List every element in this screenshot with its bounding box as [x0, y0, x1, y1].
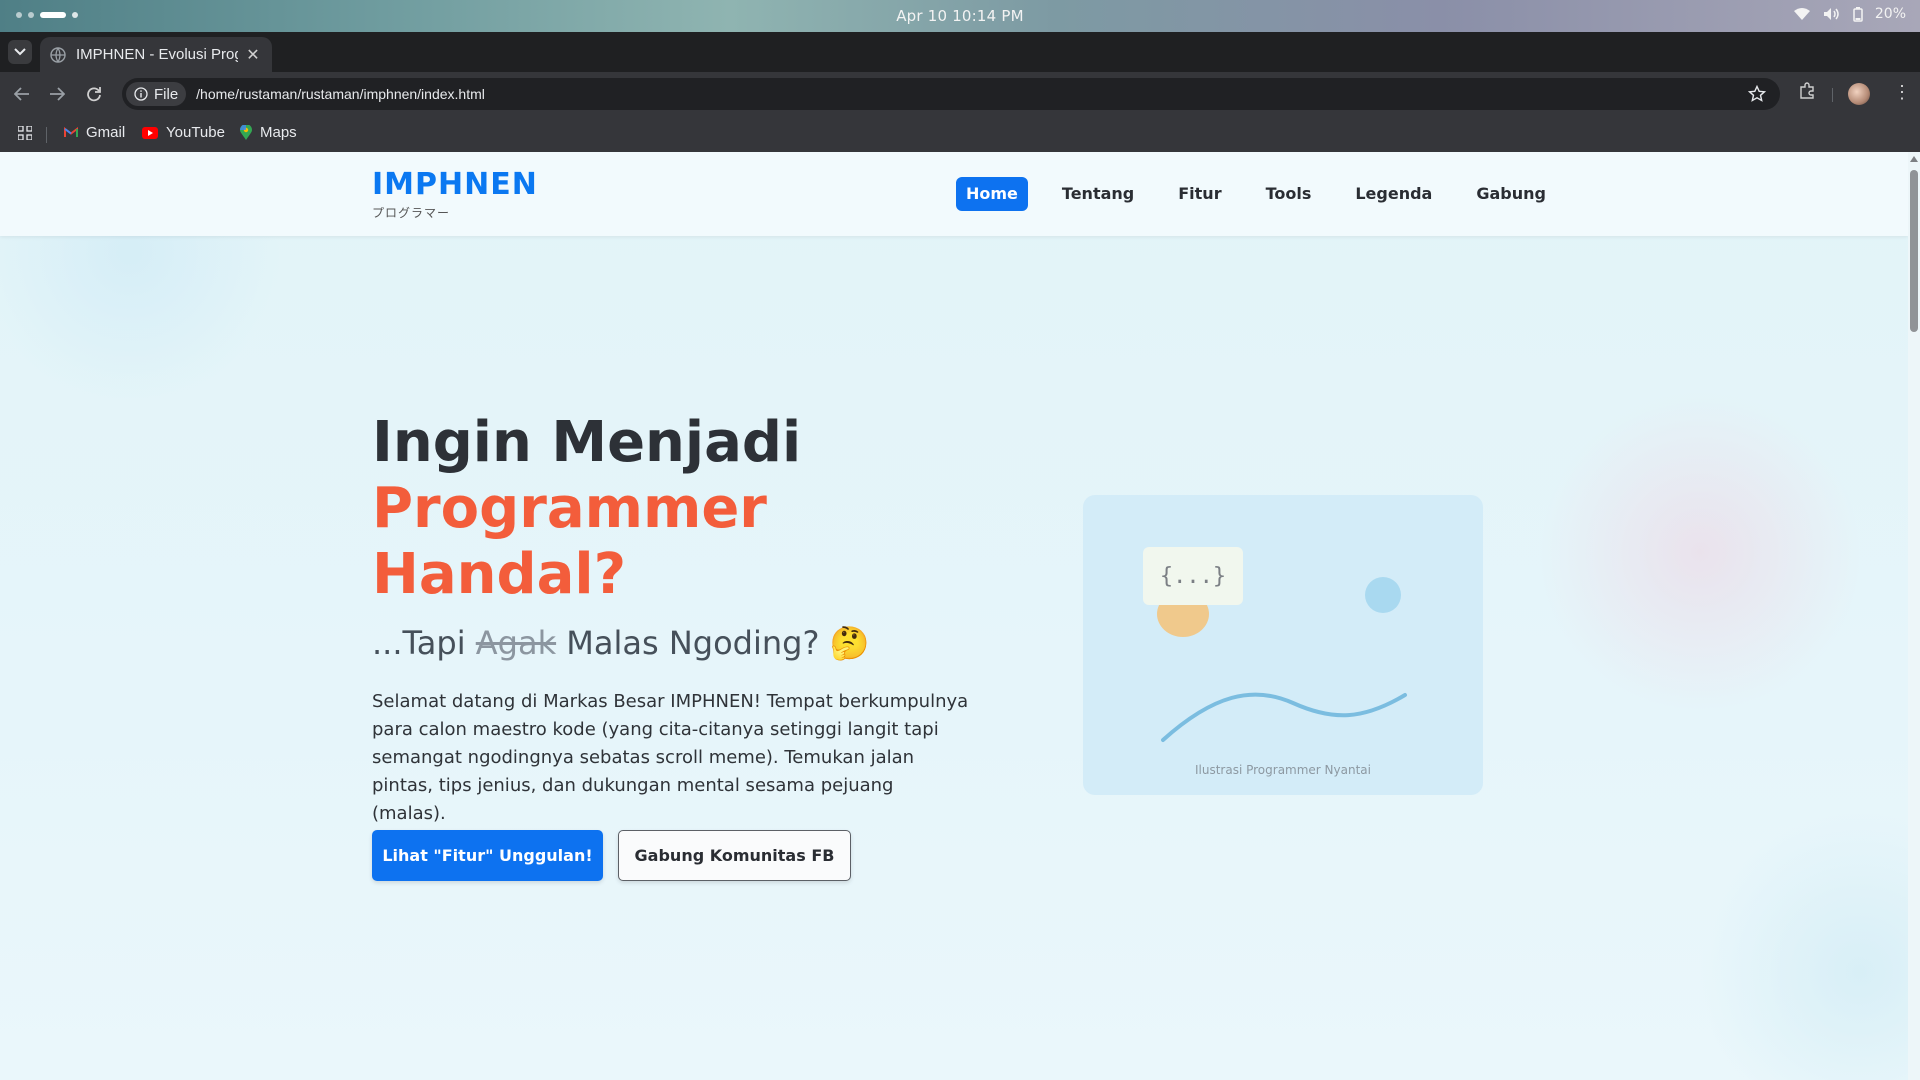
- hero-description: Selamat datang di Markas Besar IMPHNEN! …: [372, 691, 969, 824]
- main-nav: Home Tentang Fitur Tools Legenda Gabung: [956, 177, 1568, 211]
- forward-arrow-icon: [50, 87, 65, 101]
- info-icon: [134, 87, 148, 101]
- avatar: [1848, 83, 1870, 105]
- browser-toolbar: File /home/rustaman/rustaman/imphnen/ind…: [0, 72, 1920, 116]
- scroll-thumb[interactable]: [1910, 170, 1918, 332]
- volume-icon: [1823, 7, 1841, 21]
- code-braces-box: {...}: [1143, 547, 1243, 605]
- youtube-icon: [142, 126, 158, 139]
- nav-gabung[interactable]: Gabung: [1466, 177, 1556, 211]
- browser-menu-icon[interactable]: ⋮: [1893, 82, 1911, 103]
- bookmarks-bar: Gmail YouTube Maps: [0, 116, 1920, 152]
- extensions-icon[interactable]: [1798, 82, 1816, 100]
- apps-grid-icon[interactable]: [18, 126, 32, 140]
- url-text[interactable]: /home/rustaman/rustaman/imphnen/index.ht…: [196, 86, 485, 102]
- site-info-chip[interactable]: File: [126, 82, 187, 106]
- browser-tab-active[interactable]: IMPHNEN - Evolusi Progr ✕: [40, 37, 272, 72]
- bookmark-label: Gmail: [86, 124, 126, 141]
- bookmark-star-icon[interactable]: [1747, 84, 1767, 106]
- features-button[interactable]: Lihat "Fitur" Unggulan!: [372, 830, 603, 881]
- join-community-button[interactable]: Gabung Komunitas FB: [618, 830, 851, 881]
- tab-search-button[interactable]: [8, 40, 32, 64]
- nav-fitur[interactable]: Fitur: [1168, 177, 1231, 211]
- globe-icon: [50, 46, 66, 63]
- site-info-label: File: [154, 85, 179, 103]
- bookmark-youtube[interactable]: YouTube: [142, 124, 225, 141]
- battery-icon: [1853, 6, 1863, 22]
- web-page: IMPHNEN プログラマー Home Tentang Fitur Tools …: [0, 152, 1908, 1080]
- bookmark-separator: [46, 127, 47, 143]
- hero-title: Ingin Menjadi Programmer Handal?: [372, 410, 801, 608]
- back-button[interactable]: [12, 84, 32, 104]
- wifi-icon: [1793, 7, 1811, 21]
- hero-title-line1: Ingin Menjadi: [372, 410, 802, 475]
- reload-button[interactable]: [84, 84, 104, 104]
- site-logo[interactable]: IMPHNEN プログラマー: [372, 170, 538, 221]
- os-clock[interactable]: Apr 10 10:14 PM: [0, 7, 1920, 25]
- bookmark-label: YouTube: [166, 124, 225, 141]
- chevron-down-icon: [14, 48, 26, 56]
- wave-line: [1161, 692, 1407, 742]
- nav-legenda[interactable]: Legenda: [1345, 177, 1442, 211]
- hero-title-line2: Programmer: [372, 476, 767, 541]
- nav-home[interactable]: Home: [956, 177, 1028, 211]
- site-header: IMPHNEN プログラマー Home Tentang Fitur Tools …: [0, 152, 1908, 236]
- nav-tentang[interactable]: Tentang: [1052, 177, 1144, 211]
- forward-button[interactable]: [47, 84, 67, 104]
- address-bar[interactable]: File /home/rustaman/rustaman/imphnen/ind…: [122, 78, 1780, 110]
- reload-icon: [87, 87, 101, 102]
- scroll-up-arrow-icon[interactable]: [1910, 156, 1918, 162]
- illustration-caption: Ilustrasi Programmer Nyantai: [1194, 763, 1371, 777]
- toolbar-divider: [1832, 88, 1833, 102]
- bookmark-label: Maps: [260, 124, 297, 141]
- system-tray[interactable]: 20%: [1793, 6, 1906, 22]
- logo-subtitle: プログラマー: [372, 206, 451, 220]
- bookmark-maps[interactable]: Maps: [240, 124, 297, 141]
- hero-subtitle-suffix: Malas Ngoding? 🤔: [556, 624, 870, 662]
- tab-strip: IMPHNEN - Evolusi Progr ✕ + ✕: [0, 32, 1920, 92]
- hero-subtitle-prefix: ...Tapi: [372, 624, 476, 662]
- logo-text: IMPHNEN: [372, 167, 538, 202]
- circle-shape: [1365, 577, 1401, 613]
- os-top-bar: Apr 10 10:14 PM 20%: [0, 0, 1920, 32]
- hero-subtitle: ...Tapi Agak Malas Ngoding? 🤔: [372, 624, 869, 662]
- battery-percent: 20%: [1874, 6, 1906, 22]
- bookmark-gmail[interactable]: Gmail: [64, 124, 125, 141]
- hero-title-line3: Handal?: [372, 542, 627, 607]
- hero-illustration: {...} Ilustrasi Programmer Nyantai: [1083, 495, 1483, 795]
- hero-subtitle-strike: Agak: [475, 624, 557, 662]
- page-scrollbar[interactable]: [1908, 152, 1920, 1080]
- tab-close-icon[interactable]: ✕: [244, 45, 262, 65]
- gmail-icon: [64, 127, 78, 137]
- maps-icon: [240, 125, 252, 140]
- tab-title: IMPHNEN - Evolusi Progr: [76, 46, 238, 63]
- profile-avatar[interactable]: [1848, 83, 1870, 105]
- back-arrow-icon: [14, 87, 29, 101]
- nav-tools[interactable]: Tools: [1256, 177, 1322, 211]
